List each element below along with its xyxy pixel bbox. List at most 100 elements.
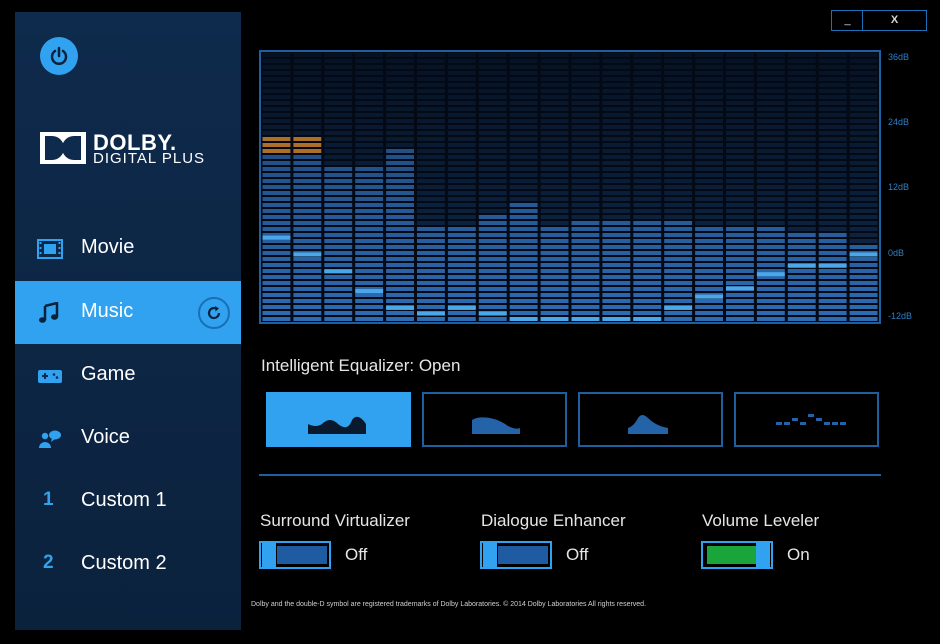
eq-bar-3[interactable]: [324, 53, 353, 321]
dolby-double-d-icon: [40, 132, 86, 164]
eq-marker-1[interactable]: [262, 235, 291, 240]
gamepad-icon: [38, 370, 62, 383]
db-label-minus-12: -12dB: [888, 311, 913, 321]
eq-marker-8[interactable]: [478, 311, 507, 316]
surround-virtualizer-label: Surround Virtualizer: [260, 511, 410, 530]
eq-bar-10[interactable]: [540, 53, 569, 321]
sidebar-item-label: Custom 1: [81, 489, 167, 511]
eq-marker-13[interactable]: [633, 317, 662, 321]
db-label-24: 24dB: [888, 117, 910, 127]
eq-marker-16[interactable]: [726, 286, 754, 291]
equalizer-graph[interactable]: [259, 50, 881, 324]
equalizer-title: Intelligent Equalizer: Open: [261, 356, 461, 375]
eq-marker-19[interactable]: [818, 263, 847, 268]
eq-marker-12[interactable]: [602, 317, 631, 321]
preset-manual[interactable]: [734, 392, 879, 447]
eq-marker-3[interactable]: [324, 269, 353, 274]
dolby-logo: DOLBY. DIGITAL PLUS: [40, 130, 230, 190]
eq-marker-10[interactable]: [540, 317, 569, 321]
volume-leveler-label: Volume Leveler: [702, 511, 820, 530]
eq-marker-20[interactable]: [849, 252, 878, 257]
eq-bar-14[interactable]: [664, 53, 693, 321]
eq-bar-11[interactable]: [571, 53, 600, 321]
preset-focused[interactable]: [578, 392, 723, 447]
volume-leveler-toggle[interactable]: [701, 541, 773, 569]
toggle-track: [707, 546, 757, 564]
refresh-icon: [207, 306, 221, 320]
sidebar-item-label: Custom 2: [81, 552, 167, 574]
sidebar-item-movie[interactable]: Movie: [15, 217, 241, 280]
db-label-36: 36dB: [888, 52, 910, 62]
preset-open[interactable]: [266, 392, 411, 447]
eq-bar-12[interactable]: [602, 53, 631, 321]
eq-marker-9[interactable]: [509, 317, 538, 321]
dialogue-enhancer-state: Off: [566, 545, 589, 564]
dialogue-enhancer-toggle[interactable]: [480, 541, 552, 569]
eq-marker-7[interactable]: [447, 305, 476, 310]
preset-rich[interactable]: [422, 392, 567, 447]
sidebar-item-music[interactable]: Music: [15, 281, 241, 344]
film-icon: [37, 239, 63, 259]
eq-marker-18[interactable]: [787, 263, 816, 268]
minimize-button[interactable]: _: [831, 10, 864, 31]
eq-bar-2[interactable]: [293, 53, 322, 321]
eq-bar-1[interactable]: [262, 53, 291, 321]
eq-marker-4[interactable]: [355, 289, 384, 294]
toggle-knob: [262, 543, 276, 567]
sidebar-item-label: Voice: [81, 426, 130, 448]
eq-bar-8[interactable]: [478, 53, 507, 321]
eq-marker-5[interactable]: [386, 305, 414, 310]
eq-bar-15[interactable]: [695, 53, 723, 321]
surround-virtualizer-state: Off: [345, 545, 368, 564]
power-button[interactable]: [40, 37, 78, 75]
copyright-footer: Dolby and the double-D symbol are regist…: [251, 601, 647, 608]
eq-bar-4[interactable]: [355, 53, 384, 321]
equalizer-bars: [262, 53, 878, 321]
eq-bar-9[interactable]: [509, 53, 538, 321]
rich-preset-icon: [472, 417, 520, 434]
sidebar-item-label: Music: [81, 300, 134, 322]
sidebar-item-game[interactable]: Game: [15, 344, 241, 407]
eq-bar-6[interactable]: [417, 53, 445, 321]
close-button[interactable]: X: [862, 10, 927, 31]
eq-bar-17[interactable]: [756, 53, 785, 321]
dialogue-enhancer-label: Dialogue Enhancer: [481, 511, 626, 530]
reset-button[interactable]: [198, 297, 230, 329]
sidebar-item-custom-2[interactable]: 2 Custom 2: [15, 533, 241, 596]
eq-bar-5[interactable]: [386, 53, 414, 321]
toggle-track: [277, 546, 327, 564]
manual-preset-icon: [776, 414, 846, 425]
power-icon: [50, 46, 68, 65]
logo-text-digital-plus: DIGITAL PLUS: [93, 150, 206, 167]
eq-bar-18[interactable]: [787, 53, 816, 321]
db-label-0: 0dB: [888, 248, 905, 258]
toggle-knob: [756, 543, 770, 567]
db-label-12: 12dB: [888, 182, 910, 192]
toggle-track: [498, 546, 548, 564]
open-preset-icon: [308, 416, 366, 434]
eq-bar-7[interactable]: [447, 53, 476, 321]
custom-1-number: 1: [43, 489, 54, 510]
eq-bar-13[interactable]: [633, 53, 662, 321]
eq-marker-2[interactable]: [293, 252, 322, 257]
eq-marker-11[interactable]: [571, 317, 600, 321]
section-divider: [259, 474, 881, 476]
toggle-knob: [483, 543, 497, 567]
sidebar-item-label: Game: [81, 363, 136, 385]
focused-preset-icon: [628, 415, 668, 434]
eq-marker-14[interactable]: [664, 305, 693, 310]
eq-marker-6[interactable]: [417, 311, 445, 316]
music-note-icon: [39, 302, 59, 323]
sidebar-item-voice[interactable]: Voice: [15, 407, 241, 470]
eq-bar-16[interactable]: [726, 53, 754, 321]
sidebar-item-label: Movie: [81, 236, 135, 258]
sidebar-item-custom-1[interactable]: 1 Custom 1: [15, 470, 241, 533]
eq-marker-15[interactable]: [695, 294, 723, 299]
eq-bar-19[interactable]: [818, 53, 847, 321]
surround-virtualizer-toggle[interactable]: [259, 541, 331, 569]
custom-2-number: 2: [43, 552, 54, 573]
eq-bar-20[interactable]: [849, 53, 878, 321]
sidebar: DOLBY. DIGITAL PLUS Movie Music Game Voi…: [15, 12, 241, 630]
voice-icon: [39, 430, 61, 448]
eq-marker-17[interactable]: [756, 272, 785, 277]
